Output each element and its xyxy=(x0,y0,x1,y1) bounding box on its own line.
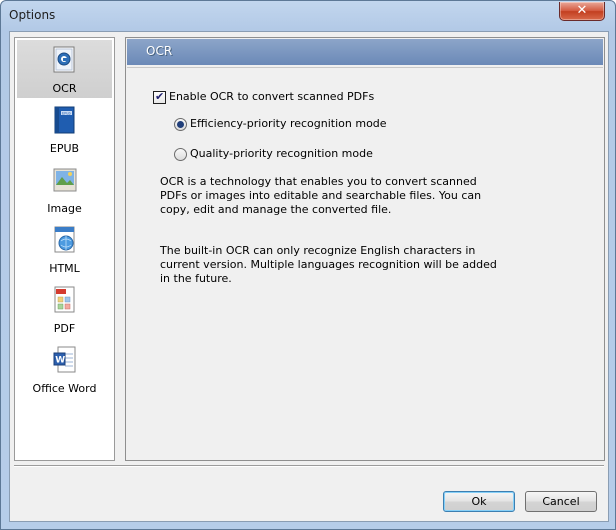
ok-button[interactable]: Ok xyxy=(443,491,515,512)
footer-divider xyxy=(14,465,604,466)
enable-ocr-checkbox[interactable]: ✔ xyxy=(153,90,166,104)
sidebar-item-label: HTML xyxy=(49,262,80,275)
enable-ocr-label[interactable]: Enable OCR to convert scanned PDFs xyxy=(169,89,374,104)
sidebar-item-image[interactable]: Image xyxy=(17,160,112,218)
sidebar-item-label: Office Word xyxy=(32,382,97,395)
ocr-icon xyxy=(53,46,75,73)
efficiency-mode-label[interactable]: Efficiency-priority recognition mode xyxy=(190,116,387,131)
sidebar-item-label: EPUB xyxy=(49,142,80,155)
svg-text:W: W xyxy=(55,356,65,366)
options-window: Options ✕ OCR EPub EPUB Image HTML PDF W… xyxy=(0,0,616,530)
quality-mode-radio[interactable] xyxy=(174,148,187,161)
efficiency-mode-radio[interactable] xyxy=(174,118,187,131)
sidebar-item-label: OCR xyxy=(52,82,77,95)
cancel-button[interactable]: Cancel xyxy=(525,491,597,512)
sidebar-item-html[interactable]: HTML xyxy=(17,220,112,278)
sidebar-item-pdf[interactable]: PDF xyxy=(17,280,112,338)
title-bar[interactable]: Options ✕ xyxy=(1,1,615,31)
html-icon xyxy=(54,226,75,253)
close-icon: ✕ xyxy=(576,3,588,18)
ocr-description: OCR is a technology that enables you to … xyxy=(160,175,482,216)
close-button[interactable]: ✕ xyxy=(559,2,605,21)
panel-title: OCR xyxy=(146,44,173,58)
sidebar-item-epub[interactable]: EPub EPUB xyxy=(17,100,112,158)
sidebar-item-label: PDF xyxy=(53,322,76,335)
sidebar-item-ocr[interactable]: OCR xyxy=(17,40,112,98)
ocr-settings-panel: OCR ✔ Enable OCR to convert scanned PDFs… xyxy=(125,37,605,461)
quality-mode-label[interactable]: Quality-priority recognition mode xyxy=(190,146,373,161)
sidebar-item-label: Image xyxy=(47,202,82,215)
ocr-language-note: The built-in OCR can only recognize Engl… xyxy=(160,244,497,285)
word-icon: W xyxy=(53,346,76,373)
sidebar-item-office-word[interactable]: W Office Word xyxy=(17,340,112,398)
svg-text:EPub: EPub xyxy=(62,112,71,116)
image-icon xyxy=(53,168,77,192)
checkmark-icon: ✔ xyxy=(155,90,165,103)
pdf-icon xyxy=(54,286,75,313)
category-sidebar: OCR EPub EPUB Image HTML PDF W Office Wo… xyxy=(14,37,115,461)
panel-header: OCR xyxy=(127,39,603,65)
dialog-client-area: OCR EPub EPUB Image HTML PDF W Office Wo… xyxy=(9,31,609,522)
epub-icon: EPub xyxy=(54,106,75,134)
window-title: Options xyxy=(9,8,56,22)
header-divider xyxy=(127,67,603,68)
